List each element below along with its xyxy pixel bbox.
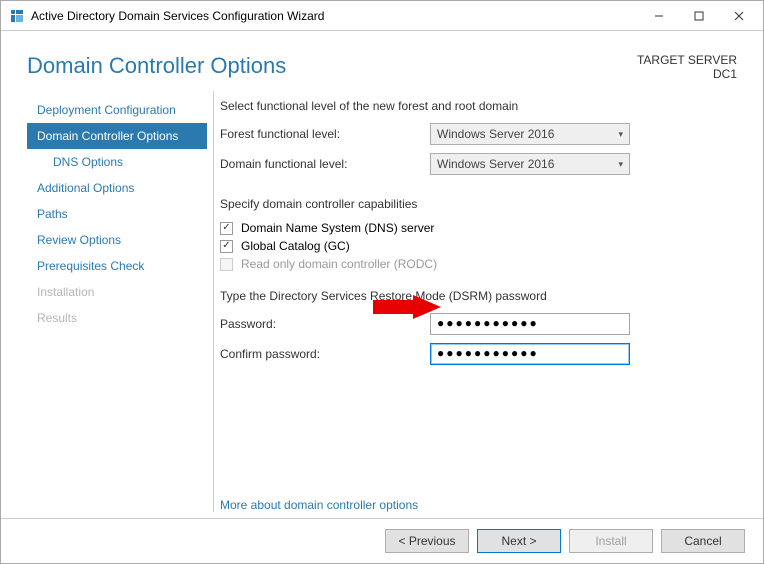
more-about-link[interactable]: More about domain controller options — [220, 452, 733, 512]
password-input[interactable]: ●●●●●●●●●●● — [430, 313, 630, 335]
chevron-down-icon: ▾ — [618, 129, 623, 140]
next-button[interactable]: Next > — [477, 529, 561, 553]
install-button: Install — [569, 529, 653, 553]
rodc-checkbox — [220, 258, 233, 271]
cancel-button[interactable]: Cancel — [661, 529, 745, 553]
nav-review-options[interactable]: Review Options — [27, 227, 207, 253]
nav-installation: Installation — [27, 279, 207, 305]
nav-deployment-configuration[interactable]: Deployment Configuration — [27, 97, 207, 123]
forest-functional-level-value: Windows Server 2016 — [437, 127, 554, 141]
annotation-arrow — [373, 295, 443, 321]
previous-button[interactable]: < Previous — [385, 529, 469, 553]
rodc-label: Read only domain controller (RODC) — [241, 257, 437, 271]
capabilities-heading: Specify domain controller capabilities — [220, 197, 733, 211]
close-button[interactable] — [719, 1, 759, 31]
nav-paths[interactable]: Paths — [27, 201, 207, 227]
dns-server-label: Domain Name System (DNS) server — [241, 221, 434, 235]
nav-domain-controller-options[interactable]: Domain Controller Options — [27, 123, 207, 149]
app-icon — [9, 8, 25, 24]
header: Domain Controller Options TARGET SERVER … — [1, 31, 763, 85]
forest-functional-level-select[interactable]: Windows Server 2016 ▾ — [430, 123, 630, 145]
nav-additional-options[interactable]: Additional Options — [27, 175, 207, 201]
global-catalog-label: Global Catalog (GC) — [241, 239, 350, 253]
global-catalog-checkbox[interactable]: ✓ — [220, 240, 233, 253]
target-server-name: DC1 — [637, 67, 737, 81]
nav-results: Results — [27, 305, 207, 331]
domain-functional-level-label: Domain functional level: — [220, 157, 430, 171]
sidebar: Deployment Configuration Domain Controll… — [27, 91, 207, 512]
domain-functional-level-select[interactable]: Windows Server 2016 ▾ — [430, 153, 630, 175]
titlebar: Active Directory Domain Services Configu… — [1, 1, 763, 31]
target-server-label: TARGET SERVER — [637, 53, 737, 67]
confirm-password-input[interactable]: ●●●●●●●●●●● — [430, 343, 630, 365]
functional-level-heading: Select functional level of the new fores… — [220, 99, 733, 113]
nav-dns-options[interactable]: DNS Options — [27, 149, 207, 175]
confirm-password-label: Confirm password: — [220, 347, 430, 361]
page-title: Domain Controller Options — [27, 53, 286, 81]
chevron-down-icon: ▾ — [618, 159, 623, 170]
main-panel: Select functional level of the new fores… — [213, 91, 737, 512]
forest-functional-level-label: Forest functional level: — [220, 127, 430, 141]
window-title: Active Directory Domain Services Configu… — [31, 9, 639, 23]
target-server-block: TARGET SERVER DC1 — [637, 53, 737, 81]
footer: < Previous Next > Install Cancel — [1, 518, 763, 563]
maximize-button[interactable] — [679, 1, 719, 31]
dns-server-checkbox[interactable]: ✓ — [220, 222, 233, 235]
domain-functional-level-value: Windows Server 2016 — [437, 157, 554, 171]
nav-prerequisites-check[interactable]: Prerequisites Check — [27, 253, 207, 279]
dsrm-heading: Type the Directory Services Restore Mode… — [220, 289, 733, 303]
minimize-button[interactable] — [639, 1, 679, 31]
